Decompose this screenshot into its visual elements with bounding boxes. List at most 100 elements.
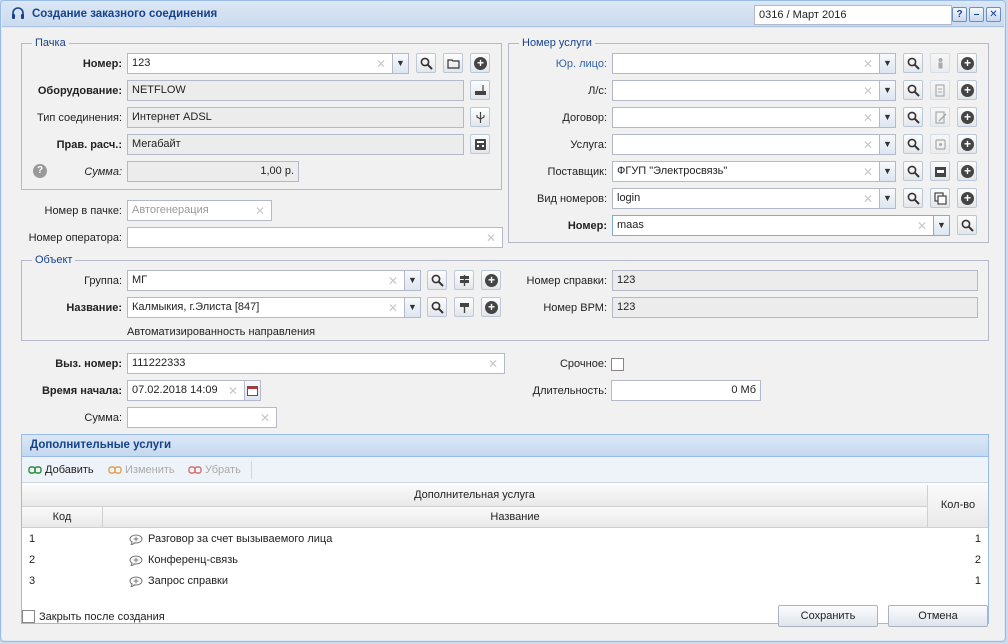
search-button[interactable] (957, 215, 977, 235)
chevron-down-icon[interactable]: ▼ (392, 53, 409, 74)
called-num-input[interactable]: 111222333 ✕ (127, 353, 505, 374)
numbers-type-card-button[interactable] (930, 188, 950, 208)
clear-icon[interactable]: ✕ (917, 219, 927, 233)
plus-icon: + (961, 192, 974, 205)
search-button[interactable] (903, 53, 923, 73)
supplier-card-button[interactable] (930, 161, 950, 181)
search-button[interactable] (427, 297, 447, 317)
search-button[interactable] (903, 107, 923, 127)
clear-icon[interactable]: ✕ (260, 411, 270, 425)
clear-icon[interactable]: ✕ (863, 138, 873, 152)
numbers-type-input[interactable]: login ✕ (612, 188, 880, 209)
usb-button[interactable] (470, 107, 490, 127)
minimize-icon[interactable]: – (969, 7, 984, 22)
add-button[interactable]: + (957, 53, 977, 73)
edit-service-button[interactable]: Изменить (108, 464, 175, 476)
search-icon (907, 192, 920, 205)
clear-icon[interactable]: ✕ (228, 384, 238, 398)
clear-icon[interactable]: ✕ (388, 301, 398, 315)
add-button[interactable]: + (957, 161, 977, 181)
add-button[interactable]: + (481, 297, 501, 317)
chevron-down-icon[interactable]: ▼ (879, 161, 896, 182)
table-row[interactable]: 1 Разговор за счет вызываемого лица 1 (22, 529, 988, 550)
legal-entity-label[interactable]: Юр. лицо: (512, 58, 607, 70)
add-button[interactable]: + (957, 80, 977, 100)
pack-number-input[interactable]: 123 ✕ (127, 53, 393, 74)
num-in-pack-input[interactable]: Автогенерация ✕ (127, 200, 272, 221)
clear-icon[interactable]: ✕ (388, 274, 398, 288)
edit-contract-button[interactable] (930, 107, 950, 127)
chevron-down-icon[interactable]: ▼ (404, 270, 421, 291)
save-button[interactable]: Сохранить (778, 605, 878, 627)
equipment-label: Оборудование: (37, 85, 122, 97)
cancel-button[interactable]: Отмена (888, 605, 988, 627)
add-button[interactable]: + (957, 107, 977, 127)
equipment-button[interactable] (470, 80, 490, 100)
search-button[interactable] (903, 161, 923, 181)
clear-icon[interactable]: ✕ (863, 192, 873, 206)
clear-icon[interactable]: ✕ (488, 357, 498, 371)
service-card-button[interactable] (930, 134, 950, 154)
add-button[interactable]: + (957, 188, 977, 208)
table-row[interactable]: 3 Запрос справки 1 (22, 571, 988, 592)
chevron-down-icon[interactable]: ▼ (933, 215, 950, 236)
close-after-create-label[interactable]: Закрыть после создания (39, 611, 165, 623)
operator-num-input[interactable]: ✕ (127, 227, 503, 248)
chevron-down-icon[interactable]: ▼ (879, 188, 896, 209)
calculator-button[interactable] (470, 134, 490, 154)
clear-icon[interactable]: ✕ (255, 204, 265, 218)
clear-icon[interactable]: ✕ (863, 165, 873, 179)
group-input[interactable]: МГ ✕ (127, 270, 405, 291)
chevron-down-icon[interactable]: ▼ (879, 107, 896, 128)
legal-entity-input[interactable]: ✕ (612, 53, 880, 74)
clear-icon[interactable]: ✕ (376, 57, 386, 71)
link-icon (108, 466, 122, 474)
chevron-down-icon[interactable]: ▼ (879, 134, 896, 155)
toolbar-separator (251, 461, 252, 479)
close-icon[interactable]: ✕ (986, 7, 1001, 22)
table-row[interactable]: 2 Конференц-связь 2 (22, 550, 988, 571)
add-button[interactable]: + (470, 53, 490, 73)
clear-icon[interactable]: ✕ (863, 111, 873, 125)
clear-icon[interactable]: ✕ (863, 84, 873, 98)
grid-header-qty[interactable]: Кол-во (928, 485, 988, 528)
calendar-button[interactable] (244, 380, 261, 401)
add-button[interactable]: + (957, 134, 977, 154)
help-hint-icon[interactable]: ? (33, 164, 47, 178)
search-button[interactable] (427, 270, 447, 290)
help-icon[interactable]: ? (952, 7, 967, 22)
search-button[interactable] (416, 53, 436, 73)
grid-header-code[interactable]: Код (22, 507, 103, 528)
clear-icon[interactable]: ✕ (486, 231, 496, 245)
service-input[interactable]: ✕ (612, 134, 880, 155)
account-input[interactable]: ✕ (612, 80, 880, 101)
object-name-label: Название: (66, 302, 122, 314)
chevron-down-icon[interactable]: ▼ (404, 297, 421, 318)
duration-input[interactable]: 0 Мб (611, 380, 761, 401)
call-sum-input[interactable]: ✕ (127, 407, 277, 428)
grid-header-name[interactable]: Название (103, 507, 928, 528)
remove-service-button[interactable]: Убрать (188, 464, 241, 476)
add-service-button[interactable]: Добавить (28, 464, 94, 476)
clear-icon[interactable]: ✕ (863, 57, 873, 71)
start-time-input[interactable]: 07.02.2018 14:09 ✕ (127, 380, 245, 401)
supplier-input[interactable]: ФГУП "Электросвязь" ✕ (612, 161, 880, 182)
call-sum-label: Сумма: (84, 412, 122, 424)
contract-input[interactable]: ✕ (612, 107, 880, 128)
chevron-down-icon[interactable]: ▼ (879, 80, 896, 101)
search-button[interactable] (903, 134, 923, 154)
person-button[interactable] (930, 53, 950, 73)
object-name-input[interactable]: Калмыкия, г.Элиста [847] ✕ (127, 297, 405, 318)
open-folder-button[interactable] (443, 53, 463, 73)
add-button[interactable]: + (481, 270, 501, 290)
search-button[interactable] (903, 188, 923, 208)
close-after-create-checkbox[interactable] (22, 610, 35, 623)
signpost-button[interactable] (454, 270, 474, 290)
flag-button[interactable] (454, 297, 474, 317)
urgent-checkbox[interactable] (611, 358, 624, 371)
search-button[interactable] (903, 80, 923, 100)
service-number-input[interactable]: maas ✕ (612, 215, 934, 236)
chevron-down-icon[interactable]: ▼ (879, 53, 896, 74)
title-bar[interactable]: Создание заказного соединения 0316 / Мар… (2, 2, 1004, 27)
account-card-button[interactable] (930, 80, 950, 100)
